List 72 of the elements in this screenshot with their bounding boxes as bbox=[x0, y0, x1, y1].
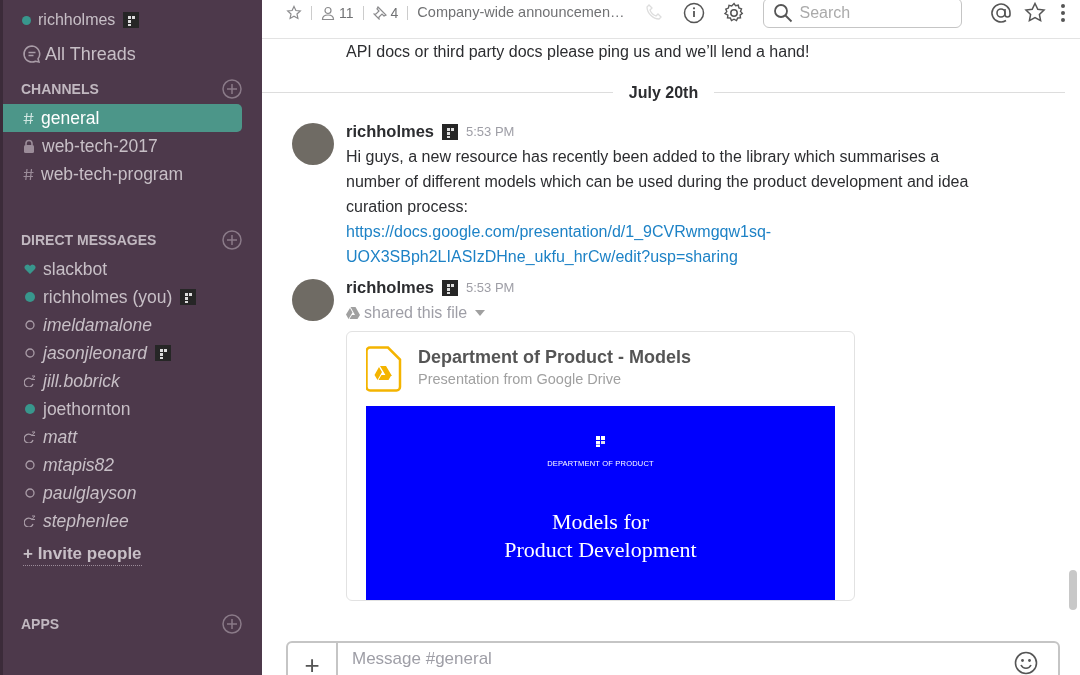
message-text: API docs or third party docs please ping us and we’ll lend a hand! bbox=[346, 42, 811, 62]
file-source: Presentation from Google Drive bbox=[418, 370, 623, 389]
presentation-file-icon bbox=[366, 346, 402, 392]
message-text: Hi guys, a new resource has recently been added to the library which summarises a number of different models which can be used during the product development and idea curation process: https://docs.google.com/presentation/d/1_9CVRwmgqw1sq-UOX3SBph2LIASIzDHne_ukfu_hrCw/edit?usp=sharing bbox=[346, 144, 996, 269]
direct-message-item[interactable]: jasonjleonard bbox=[3, 339, 242, 367]
section-header: DIRECT MESSAGES bbox=[21, 230, 157, 250]
channel-item[interactable]: web-tech-2017 bbox=[3, 132, 242, 160]
attach-button[interactable]: + bbox=[288, 643, 338, 675]
author-name[interactable]: richholmes bbox=[346, 275, 435, 300]
section-header: APPS bbox=[21, 614, 60, 634]
avatar[interactable] bbox=[292, 279, 334, 321]
snooze-icon bbox=[24, 431, 36, 443]
hash-icon bbox=[23, 167, 34, 181]
logo-badge-icon bbox=[442, 123, 459, 140]
heart-icon bbox=[24, 263, 36, 275]
settings-icon[interactable] bbox=[722, 2, 745, 24]
add-icon[interactable] bbox=[222, 230, 242, 250]
file-title[interactable]: Department of Product - Models bbox=[418, 346, 691, 368]
timestamp: 5:53 PM bbox=[466, 279, 515, 297]
scrollbar-thumb[interactable] bbox=[1069, 570, 1077, 610]
direct-message-item[interactable]: paulglayson bbox=[3, 479, 242, 507]
emoji-icon[interactable] bbox=[1014, 651, 1038, 675]
avatar[interactable] bbox=[292, 123, 334, 165]
author-name[interactable]: richholmes bbox=[346, 119, 435, 144]
pin-icon bbox=[372, 6, 387, 20]
direct-message-item[interactable]: joethornton bbox=[3, 395, 242, 423]
channel-item[interactable]: general bbox=[3, 104, 242, 132]
date-divider: July 20th bbox=[628, 83, 699, 103]
message-composer[interactable]: + Message #general bbox=[286, 641, 1060, 675]
slide-title: Models for Product Development bbox=[504, 508, 697, 564]
channel-topic: Company-wide announcemen… bbox=[417, 3, 625, 23]
invite-people-link[interactable]: + Invite people bbox=[23, 544, 142, 566]
online-dot-icon bbox=[25, 404, 35, 414]
lock-icon bbox=[23, 139, 35, 153]
logo-icon bbox=[595, 436, 606, 447]
search-icon bbox=[772, 3, 793, 23]
threads-icon[interactable] bbox=[22, 44, 42, 64]
direct-message-item[interactable]: matt bbox=[3, 423, 242, 451]
search-field[interactable]: Search bbox=[762, 0, 962, 28]
away-dot-icon bbox=[25, 320, 35, 330]
online-dot-icon bbox=[25, 292, 35, 302]
direct-message-item[interactable]: slackbot bbox=[3, 255, 242, 283]
caret-icon[interactable] bbox=[475, 309, 486, 316]
away-dot-icon bbox=[25, 348, 35, 358]
section-header: CHANNELS bbox=[21, 79, 99, 99]
snooze-icon bbox=[24, 375, 36, 387]
channel-item[interactable]: web-tech-program bbox=[3, 160, 242, 188]
drive-icon bbox=[346, 306, 360, 319]
add-icon[interactable] bbox=[222, 79, 242, 99]
pinned-count[interactable]: 4 bbox=[372, 2, 399, 24]
at-sign-icon[interactable] bbox=[989, 2, 1012, 24]
direct-message-item[interactable]: richholmes (you) bbox=[3, 283, 242, 311]
logo-badge-icon bbox=[442, 279, 459, 296]
direct-message-item[interactable]: mtapis82 bbox=[3, 451, 242, 479]
direct-message-item[interactable]: jill.bobrick bbox=[3, 367, 242, 395]
direct-message-item[interactable]: stephenlee bbox=[3, 507, 242, 535]
star-icon[interactable] bbox=[1023, 2, 1046, 24]
star-icon[interactable] bbox=[286, 5, 302, 21]
timestamp: 5:53 PM bbox=[466, 123, 515, 141]
more-icon[interactable] bbox=[1059, 3, 1066, 23]
add-icon[interactable] bbox=[222, 614, 242, 634]
member-count[interactable]: 11 bbox=[321, 2, 354, 24]
away-dot-icon bbox=[25, 460, 35, 470]
all-threads-link[interactable]: All Threads bbox=[45, 40, 136, 68]
direct-message-item[interactable]: imeldamalone bbox=[3, 311, 242, 339]
away-dot-icon bbox=[25, 488, 35, 498]
info-icon[interactable] bbox=[682, 2, 705, 24]
person-icon bbox=[321, 6, 335, 20]
username: richholmes bbox=[38, 10, 116, 30]
message-link[interactable]: https://docs.google.com/presentation/d/1_9CVRwmgqw1sq-UOX3SBph2LIASIzDHne_ukfu_hrCw/edit?usp=sharing bbox=[346, 219, 996, 269]
hash-icon bbox=[23, 111, 34, 125]
snooze-icon bbox=[24, 515, 36, 527]
